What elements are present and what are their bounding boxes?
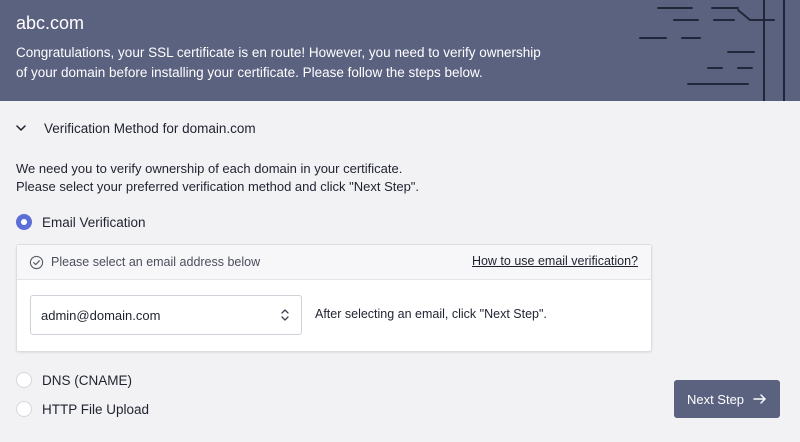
intro-text: We need you to verify ownership of each … [16,160,419,196]
domain-title: abc.com [16,13,85,33]
radio-unselected[interactable] [16,401,32,417]
email-select[interactable]: admin@domain.com [30,295,302,335]
up-down-chevron-icon [281,309,289,321]
method-label: DNS (CNAME) [42,372,132,388]
method-label: Email Verification [42,214,146,230]
header-message: Congratulations, your SSL certificate is… [16,43,576,83]
header-message-line-1: Congratulations, your SSL certificate is… [16,45,541,60]
next-step-button[interactable]: Next Step [674,380,780,418]
next-step-label: Next Step [686,391,745,407]
radio-selected[interactable] [16,214,32,230]
arrow-right-icon [753,394,766,404]
selected-email: admin@domain.com [41,307,161,323]
verification-method-toggle[interactable]: Verification Method for domain.com [14,118,256,138]
header-message-line-2: of your domain before installing your ce… [16,65,483,80]
check-circle-icon [29,255,44,269]
radio-unselected[interactable] [16,372,32,388]
after-select-note: After selecting an email, click "Next St… [315,307,547,321]
method-email-verification[interactable]: Email Verification [16,212,146,232]
email-prompt: Please select an email address below [51,255,261,269]
email-verification-help-link[interactable]: How to use email verification? [472,254,638,268]
intro-line-1: We need you to verify ownership of each … [16,161,403,176]
section-title: Verification Method for domain.com [44,120,256,136]
decorative-lines-graphic [639,0,785,101]
method-http-file-upload[interactable]: HTTP File Upload [16,399,149,419]
panel-header: Please select an email address below How… [17,245,651,280]
method-dns-cname[interactable]: DNS (CNAME) [16,370,132,390]
intro-line-2: Please select your preferred verificatio… [16,179,420,194]
email-verification-panel: Please select an email address below How… [16,244,652,352]
page-header: abc.com Congratulations, your SSL certif… [0,0,800,101]
chevron-down-icon [16,125,26,131]
method-label: HTTP File Upload [42,401,150,417]
